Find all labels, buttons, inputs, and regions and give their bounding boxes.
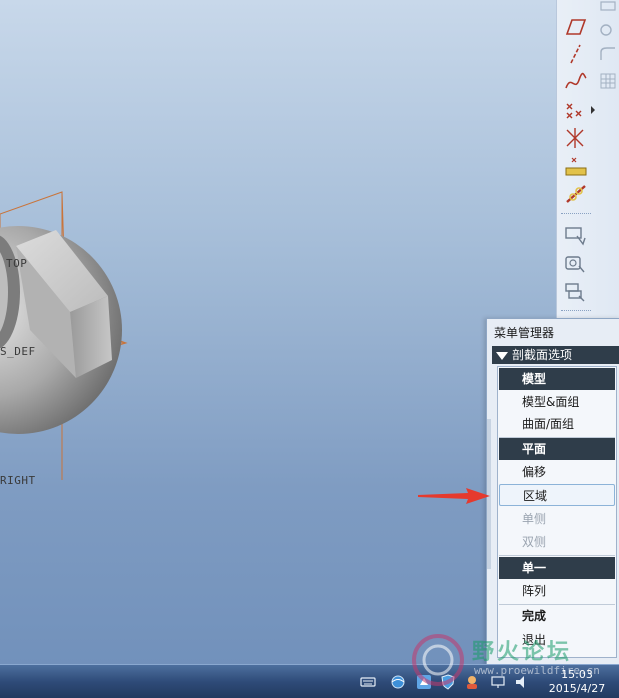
toolbar-separator <box>561 213 591 214</box>
datum-toolbar <box>556 0 619 320</box>
menu-item-region[interactable]: 区域 <box>499 484 615 506</box>
app-tray-icon[interactable] <box>416 674 432 690</box>
datum-point-icon <box>566 103 582 119</box>
hole-icon <box>600 24 612 36</box>
menu-item-pattern[interactable]: 阵列 <box>499 580 615 602</box>
model-graphics <box>0 191 128 480</box>
menu-item-model[interactable]: 模型 <box>499 368 615 390</box>
menu-manager-panel: 菜单管理器 剖截面选项 模型 模型&面组 曲面/面组 平面 偏移 区域 单侧 双… <box>486 318 619 666</box>
menu-item-one-side: 单侧 <box>522 512 547 526</box>
collapse-triangle-icon <box>496 351 508 360</box>
display-monitor-icon[interactable] <box>490 674 506 690</box>
menu-item-list: 模型 模型&面组 曲面/面组 平面 偏移 区域 单侧 双侧 单一 阵列 完成 退… <box>497 366 617 658</box>
menu-item-quit[interactable]: 退出 <box>499 629 615 651</box>
datum-plane-button[interactable] <box>563 14 589 38</box>
surface-icon <box>565 256 585 273</box>
menu-item-planar[interactable]: 平面 <box>499 438 615 460</box>
toolbar-col2-button-1[interactable] <box>597 0 619 22</box>
datum-plane-icon <box>565 19 587 35</box>
menu-header-label: 剖截面选项 <box>512 348 573 362</box>
coordinate-system-button[interactable] <box>563 126 589 150</box>
menu-manager-title: 菜单管理器 <box>494 326 555 340</box>
menu-header-xsec-options[interactable]: 剖截面选项 <box>492 346 619 364</box>
network-globe-icon[interactable] <box>390 674 406 690</box>
menu-item-single[interactable]: 单一 <box>499 557 615 579</box>
coordinate-system-icon <box>566 128 584 148</box>
datum-label-top: TOP <box>6 257 28 270</box>
flyout-arrow-icon <box>591 106 595 114</box>
menu-item-offset[interactable]: 偏移 <box>499 461 615 483</box>
toolbar-col2-button-3[interactable] <box>597 44 619 66</box>
toolbar-col2-button-4[interactable] <box>597 70 619 92</box>
pattern-icon <box>600 73 616 89</box>
toolbar-col2-button-2[interactable] <box>597 20 619 42</box>
menu-divider-2 <box>499 555 615 556</box>
user-tray-icon[interactable] <box>464 674 480 690</box>
taskbar-clock[interactable]: 15:03 2015/4/27 <box>540 668 614 696</box>
model-viewport[interactable]: TOP S_DEF RIGHT <box>0 0 556 664</box>
menu-item-done[interactable]: 完成 <box>499 605 615 627</box>
clock-time: 15:03 <box>561 668 593 681</box>
surface-button[interactable] <box>563 252 589 276</box>
clock-date: 2015/4/27 <box>548 682 606 695</box>
tool-icon <box>600 1 616 11</box>
datum-point-button[interactable] <box>563 98 595 122</box>
sketch-button[interactable] <box>563 182 589 206</box>
copy-geometry-icon <box>565 227 586 246</box>
copy-geometry-button[interactable] <box>563 224 589 248</box>
datum-label-right: RIGHT <box>0 474 36 487</box>
datum-label-front: S_DEF <box>0 345 36 358</box>
round-icon <box>600 47 615 60</box>
sketch-icon <box>566 185 586 203</box>
analysis-feature-button[interactable] <box>563 154 589 178</box>
windows-taskbar: 15:03 2015/4/27 <box>0 664 619 698</box>
datum-curve-icon <box>565 72 587 89</box>
toolbar-separator-2 <box>561 310 591 311</box>
volume-speaker-icon[interactable] <box>514 674 530 690</box>
shrinkwrap-button[interactable] <box>563 280 589 304</box>
keyboard-icon[interactable] <box>360 674 376 690</box>
menu-item-surface-quilt[interactable]: 曲面/面组 <box>499 413 615 435</box>
security-shield-icon[interactable] <box>440 674 456 690</box>
datum-axis-icon <box>570 44 581 64</box>
annotation-arrow-icon <box>418 488 490 504</box>
datum-axis-button[interactable] <box>563 42 589 66</box>
menu-item-model-and-quilt[interactable]: 模型&面组 <box>499 391 615 413</box>
analysis-feature-icon <box>565 157 587 176</box>
shrinkwrap-icon <box>565 283 585 302</box>
menu-item-both-sides: 双侧 <box>522 535 547 549</box>
screen: TOP S_DEF RIGHT 菜单管理器 剖截面选项 模型 模型&面组 曲面/… <box>0 0 619 698</box>
datum-curve-button[interactable] <box>563 70 589 94</box>
